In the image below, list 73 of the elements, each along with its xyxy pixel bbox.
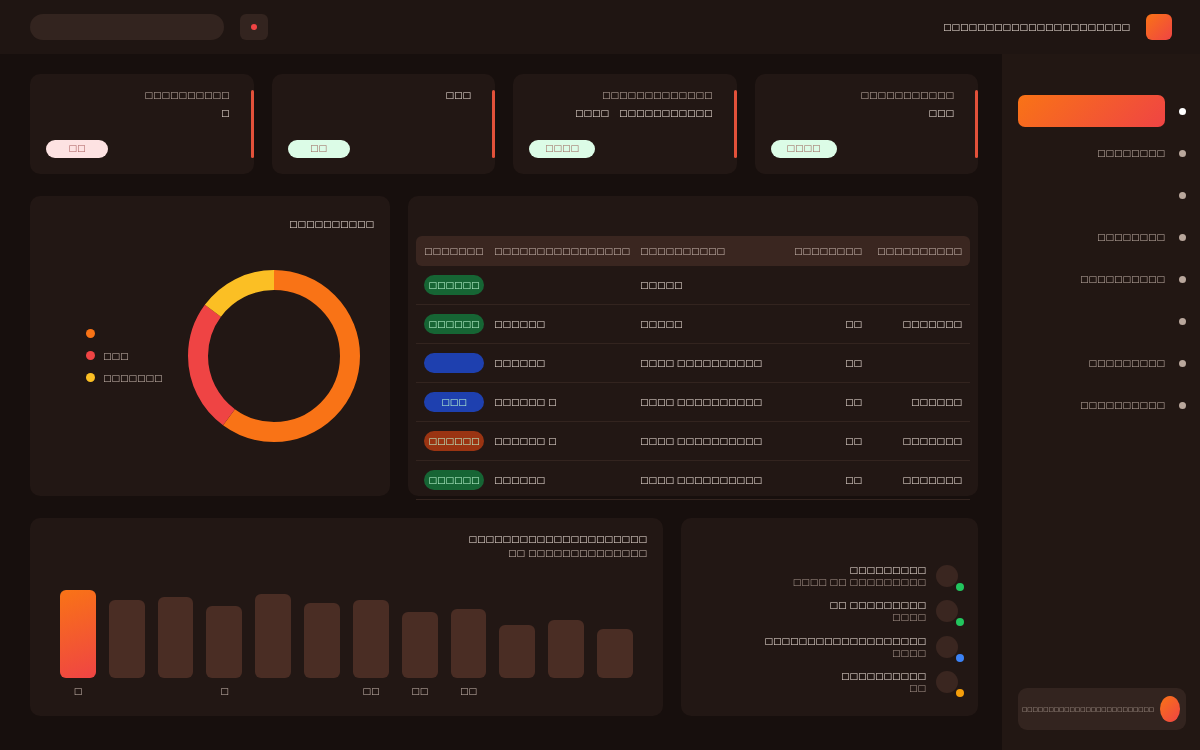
legend-label: □□□ [103, 350, 129, 361]
kpi-value: □ [221, 108, 230, 118]
status-pill: □□□□□□ [424, 275, 484, 295]
activity-subtitle: □□□□ □□ □□□□□□□□□ [792, 576, 926, 587]
bar-label: □□ [411, 686, 429, 698]
activity-subtitle: □□□□ [892, 647, 926, 658]
user-avatar [1160, 696, 1180, 722]
bar-label: □□ [362, 686, 380, 698]
column-header: □□□□□□□□□□ [875, 246, 962, 256]
chart-title: □□□□□□□□□□□□□□□□□□□□□ [468, 534, 647, 544]
kpi-label: □□□□□□□□□□□□□ [601, 90, 713, 100]
table-cell-text: □□□□ □□□□□□□□□□ [640, 397, 763, 407]
user-name: □□□□□□□□□□□□□□□□□□□□□□ [942, 22, 1130, 32]
table-cell-text: □□□□□ [640, 319, 684, 329]
column-header: □□□□□□□□□□□□□□□□ [494, 246, 632, 256]
nav-item[interactable]: □□□□□□□□ [1096, 232, 1165, 242]
column-header: □□□□□□□□ [792, 246, 862, 256]
change-badge: □□□□ [770, 140, 837, 158]
activity-subtitle: □□ [909, 683, 926, 694]
chart-subtitle: □□ □□□□□□□□□□□□□□ [508, 548, 647, 558]
kpi-note: □□□□ [574, 108, 609, 118]
table-cell-text: □□ [844, 475, 862, 485]
chart-title: □□□□□□□□□□ [288, 219, 374, 229]
status-pill: □□□ [424, 392, 484, 412]
table-cell-text: □□□□ □□□□□□□□□□ [640, 358, 763, 368]
user-avatar[interactable] [1146, 14, 1172, 40]
avatar [936, 671, 958, 694]
notification-button[interactable] [240, 14, 268, 40]
table-cell-text: □□□□□□ [494, 319, 547, 329]
table-cell-text: □□ [844, 436, 862, 446]
table-cell-text: □□□□ □□□□□□□□□□ [640, 475, 763, 485]
table-cell-text: □□ [844, 397, 862, 407]
status-pill: □□□□□□ [424, 314, 484, 334]
kpi-value: □□□□□□□□□□□ [618, 108, 713, 118]
change-badge: □□ [46, 140, 108, 158]
activity-subtitle: □□□□ [892, 612, 926, 623]
table-cell-text: □□□□□ [640, 280, 684, 290]
table-cell-text: □□□□□□ [494, 475, 547, 485]
change-badge: □□ [287, 140, 350, 158]
table-cell-text: □□□□□□□ [901, 475, 962, 485]
column-header: □□□□□□□□□□ [640, 246, 727, 256]
avatar [936, 564, 958, 587]
table-cell-text: □□□□ □□□□□□□□□□ [640, 436, 763, 446]
bar-label: □ [73, 686, 83, 698]
kpi-label: □□□□□□□□□□ [144, 90, 230, 100]
column-header: □□□□□□□ [424, 246, 485, 256]
status-pill: □□□□□□ [424, 431, 484, 451]
legend-label: □□□□□□□ [103, 372, 163, 383]
avatar [936, 600, 958, 623]
table-cell-text: □□□□□□ [909, 397, 962, 407]
table-cell-text: □□□□□□□ [901, 319, 962, 329]
table-cell-text: □□ [844, 319, 862, 329]
nav-item[interactable]: □□□□□□□□□ [1088, 358, 1165, 368]
activity-title: □□□□□□□□□ [849, 564, 926, 575]
table-cell-text: □□□□□□ [494, 358, 547, 368]
bar-label: □ [220, 686, 229, 698]
table-cell-text: □□□□□□ □ [494, 397, 558, 407]
table-cell-text: □□□□□□□ [901, 436, 962, 446]
kpi-value: □□□ [928, 108, 954, 118]
activity-title: □□ □□□□□□□□□ [829, 600, 926, 611]
status-pill: □□□□□□ [424, 470, 484, 490]
nav-item[interactable]: □□□□□□□□□□ [1079, 400, 1165, 410]
change-badge: □□□□ [529, 140, 595, 158]
table-cell-text: □□□□□□ □ [494, 436, 558, 446]
nav-item[interactable]: □□□□□□□□□□ [1079, 274, 1165, 284]
nav-item[interactable]: □□□□□□□□ [1096, 148, 1165, 158]
avatar [936, 635, 958, 658]
table-cell-text: □□ [844, 358, 862, 368]
activity-title: □□□□□□□□□□ [840, 671, 926, 682]
bar-label: □□ [460, 686, 478, 698]
kpi-label: □□□□□□□□□□□ [860, 90, 954, 100]
kpi-value: □□□ [445, 90, 471, 100]
activity-title: □□□□□□□□□□□□□□□□□□□ [764, 635, 926, 646]
